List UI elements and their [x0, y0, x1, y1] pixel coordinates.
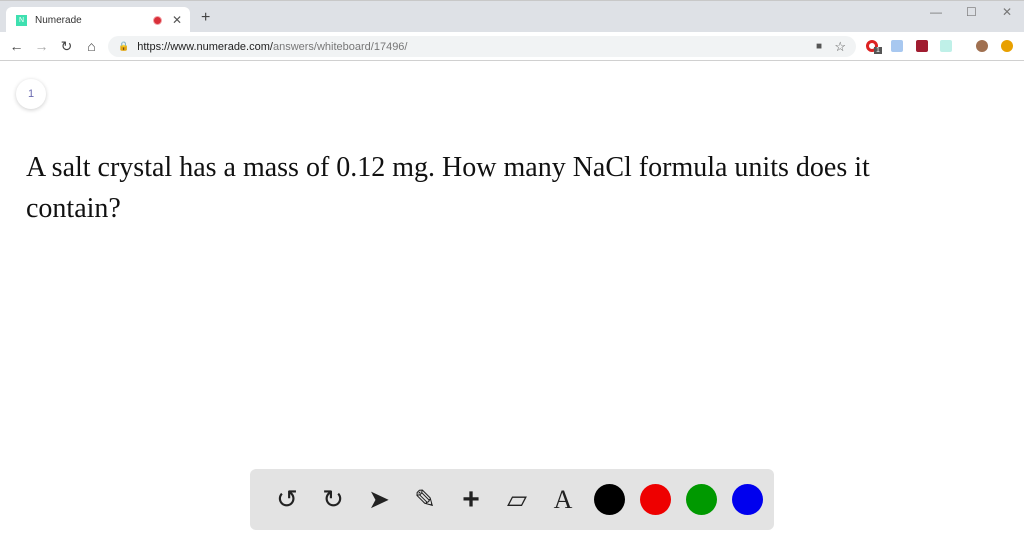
- redo-icon[interactable]: ↻: [310, 477, 356, 523]
- url-path: answers/whiteboard/17496/: [272, 40, 408, 53]
- maximize-button[interactable]: ☐: [966, 5, 977, 19]
- tab-numerade[interactable]: N Numerade ✕: [6, 7, 190, 33]
- eraser-icon[interactable]: ▱: [494, 477, 540, 523]
- bookmark-star-icon[interactable]: ☆: [834, 39, 846, 55]
- recording-icon: [152, 15, 162, 25]
- page-number-badge[interactable]: 1: [16, 79, 46, 109]
- avatar[interactable]: [976, 40, 988, 52]
- pencil-icon[interactable]: ✎: [402, 477, 448, 523]
- question-text: A salt crystal has a mass of 0.12 mg. Ho…: [26, 152, 870, 224]
- color-red[interactable]: [632, 477, 678, 523]
- address-bar[interactable]: 🔒 https://www.numerade.com/answers/white…: [108, 36, 856, 57]
- new-tab-button[interactable]: +: [201, 9, 210, 27]
- minimize-button[interactable]: —: [930, 5, 942, 19]
- whiteboard-toolbar: ↺ ↻ ➤ ✎ + ▱ A: [250, 469, 774, 530]
- url-host: https://www.numerade.com/: [137, 40, 273, 53]
- add-icon[interactable]: +: [448, 477, 494, 523]
- back-button[interactable]: ←: [4, 38, 29, 54]
- numerade-favicon-icon: N: [16, 14, 27, 26]
- update-alert-icon[interactable]: [1001, 40, 1013, 52]
- close-tab-icon[interactable]: ✕: [172, 13, 182, 27]
- tab-title: Numerade: [35, 14, 82, 26]
- close-window-button[interactable]: ✕: [1002, 5, 1012, 19]
- lock-icon: 🔒: [118, 41, 130, 51]
- color-blue[interactable]: [724, 477, 770, 523]
- text-tool[interactable]: A: [540, 477, 586, 523]
- forward-button[interactable]: →: [29, 38, 54, 54]
- home-button[interactable]: ⌂: [79, 38, 104, 54]
- color-green[interactable]: [678, 477, 724, 523]
- browser-toolbar: ← → ↻ ⌂ 🔒 https://www.numerade.com/answe…: [0, 32, 1024, 61]
- screen-extension-icon[interactable]: [940, 40, 952, 52]
- reload-button[interactable]: ↻: [54, 38, 79, 55]
- mendeley-extension-icon[interactable]: [916, 40, 928, 52]
- undo-icon[interactable]: ↺: [264, 477, 310, 523]
- tab-bar: N Numerade ✕ + — ☐ ✕: [0, 0, 1024, 33]
- pointer-icon[interactable]: ➤: [356, 477, 402, 523]
- color-black[interactable]: [586, 477, 632, 523]
- camera-icon[interactable]: ■: [816, 41, 822, 52]
- docs-extension-icon[interactable]: [891, 40, 903, 52]
- extension-badge: 1: [874, 47, 882, 54]
